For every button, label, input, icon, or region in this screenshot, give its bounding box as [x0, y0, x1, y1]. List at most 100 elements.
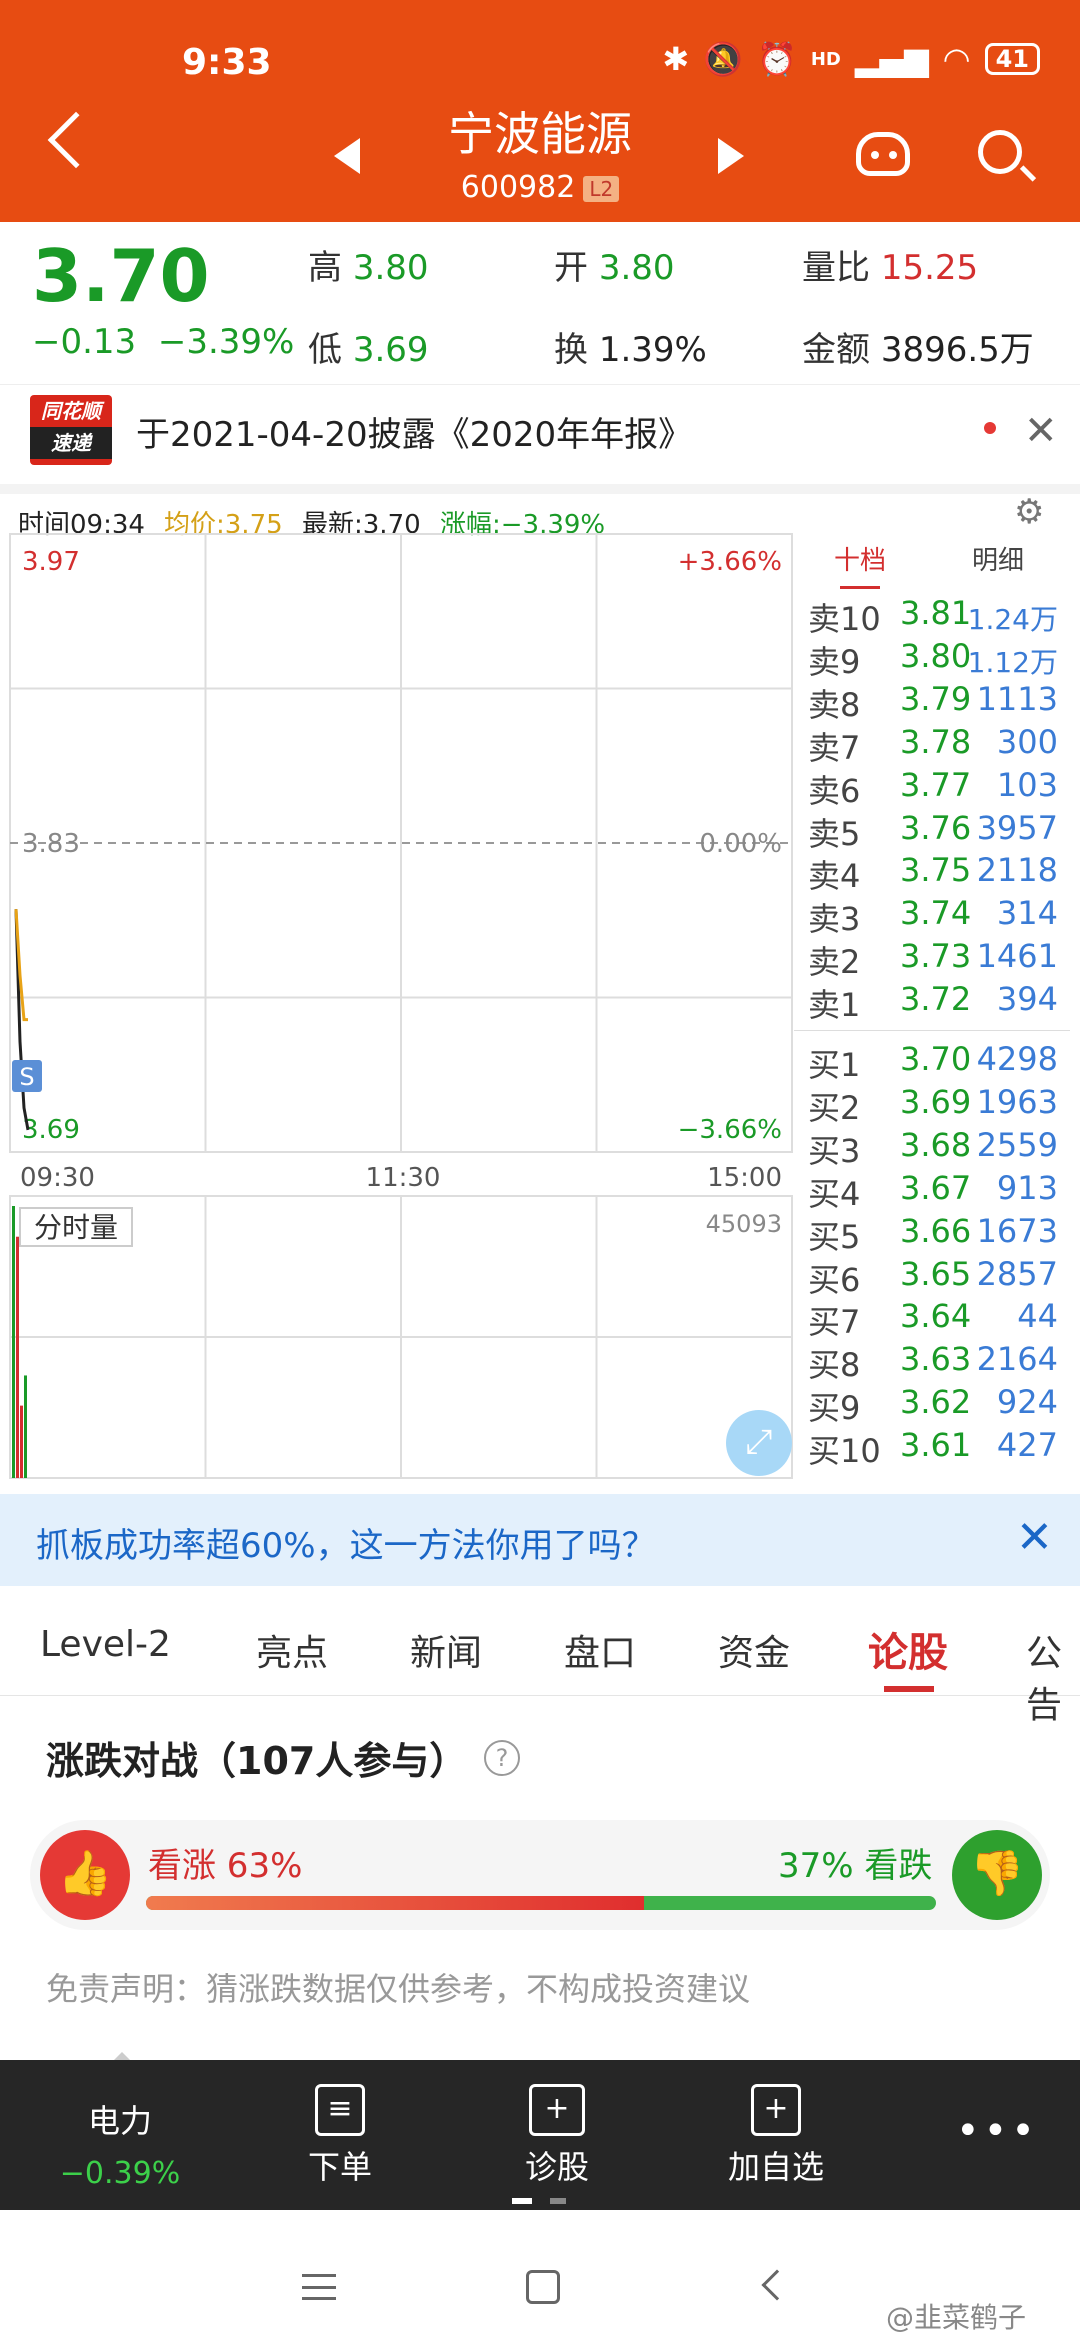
stock-code: 600982: [460, 170, 576, 205]
x-tick: 15:00: [707, 1163, 782, 1193]
volume-label: 分时量: [34, 1211, 118, 1244]
nav-back-icon[interactable]: [761, 2269, 793, 2301]
bid-volume: 2164: [976, 1340, 1058, 1379]
diagnose-button[interactable]: + 诊股: [487, 2060, 627, 2210]
bid-price: 3.66: [900, 1211, 972, 1250]
unread-dot: [984, 422, 996, 434]
info-tabs: Level-2 亮点 新闻 盘口 资金 论股 公告: [0, 1596, 1080, 1726]
order-book: 十档 明细 卖10 3.81 1.24万 卖9 3.80 1.12万 卖8 3.79 1113 卖…: [794, 532, 1070, 1482]
bid-row: 买1 3.70 4298: [808, 1040, 1058, 1084]
order-button[interactable]: ≡ 下单: [270, 2060, 410, 2210]
y-right-tick: −3.66%: [678, 1115, 782, 1145]
ask-label: 卖9: [808, 642, 861, 681]
chart-settings-gear-icon[interactable]: ⚙: [1014, 492, 1044, 532]
ask-price: 3.79: [900, 679, 972, 718]
bid-label: 买9: [808, 1389, 861, 1428]
sell-marker-label: S: [19, 1063, 34, 1091]
tab-ten-levels[interactable]: 十档: [834, 540, 886, 589]
bid-row: 买9 3.62 924: [808, 1383, 1058, 1427]
tab-handicap[interactable]: 盘口: [564, 1624, 636, 1676]
bid-label: 买5: [808, 1217, 861, 1256]
nav-home-icon[interactable]: [526, 2270, 560, 2304]
tab-news[interactable]: 新闻: [410, 1624, 482, 1676]
news-row[interactable]: 同花顺 速递 于2021-04-20披露《2020年年报》: [0, 384, 1080, 476]
tab-funds[interactable]: 资金: [718, 1624, 790, 1676]
bid-row: 买5 3.66 1673: [808, 1211, 1058, 1256]
amount-value: 3896.5万: [880, 330, 1034, 370]
bid-volume: 913: [996, 1168, 1058, 1207]
vol-ratio-value: 15.25: [880, 248, 979, 288]
news-close-icon[interactable]: ✕: [1024, 408, 1058, 454]
help-icon[interactable]: ?: [484, 1740, 520, 1776]
bid-volume: 1673: [976, 1211, 1058, 1250]
bearish-text: 37% 看跌: [778, 1846, 933, 1886]
active-tab-underline: [884, 1686, 934, 1692]
turnover-value: 1.39%: [598, 330, 707, 370]
level2-badge: L2: [583, 175, 620, 202]
ask-volume: 103: [996, 765, 1058, 804]
chart-info-bar: 时间09:34 均价:3.75 最新:3.70 涨幅:−3.39%: [0, 484, 1080, 540]
low-value: 3.69: [352, 330, 429, 370]
disclaimer-text: 免责声明：猜涨跌数据仅供参考，不构成投资建议: [46, 1970, 751, 2008]
ask-row: 卖5 3.76 3957: [808, 808, 1058, 853]
sector-pct: −0.39%: [59, 2156, 181, 2191]
bid-row: 买6 3.65 2857: [808, 1255, 1058, 1299]
banner-text[interactable]: 抓板成功率超60%，这一方法你用了吗？: [36, 1518, 656, 1567]
intraday-chart[interactable]: 3.97 3.83 3.69 +3.66% 0.00% −3.66% 09:30 11:30 1…: [0, 532, 794, 1482]
nav-menu-icon[interactable]: [302, 2274, 336, 2300]
bid-row: 买3 3.68 2559: [808, 1126, 1058, 1170]
tab-discussion[interactable]: 论股: [868, 1620, 948, 1678]
ask-row: 卖7 3.78 300: [808, 723, 1058, 767]
add-watchlist-button[interactable]: + 加自选: [706, 2060, 846, 2210]
tab-announcements[interactable]: 公告: [1026, 1624, 1080, 1728]
volume-bar: [12, 1206, 15, 1478]
tab-highlights[interactable]: 亮点: [256, 1624, 328, 1676]
news-text[interactable]: 于2021-04-20披露《2020年年报》: [136, 407, 692, 456]
thumbs-down-icon[interactable]: 👎: [952, 1830, 1042, 1920]
ask-row: 卖8 3.79 1113: [808, 679, 1058, 724]
logo-bottom: 速递: [30, 427, 112, 459]
ask-label: 卖1: [808, 986, 861, 1025]
bid-volume: 44: [1017, 1297, 1058, 1336]
more-dots-icon[interactable]: •••: [956, 2108, 1039, 2154]
expand-chart-icon[interactable]: ⤢: [726, 1410, 792, 1476]
bid-row: 买10 3.61 427: [808, 1426, 1058, 1470]
bid-label: 买8: [808, 1346, 861, 1385]
bid-label: 买7: [808, 1303, 861, 1342]
signal-hd-label: HD: [810, 48, 841, 70]
mute-bell-icon: 🔕: [703, 40, 743, 78]
ask-label: 卖3: [808, 900, 861, 939]
ask-price: 3.80: [900, 636, 972, 675]
current-price: 3.70: [32, 234, 210, 318]
tab-level2[interactable]: Level-2: [40, 1624, 171, 1665]
sector-button[interactable]: 电力 −0.39%: [50, 2060, 190, 2210]
vol-ratio-item: 量比 15.25: [802, 240, 978, 289]
chart-lines: S: [12, 909, 42, 1131]
robot-assistant-icon[interactable]: [856, 132, 910, 176]
bid-volume: 1963: [976, 1082, 1058, 1121]
page-indicator-active: [512, 2198, 532, 2204]
vote-ratio-bar: [146, 1896, 936, 1910]
quote-panel: 3.70 −0.13 −3.39% 高 3.80 低 3.69 开 3.80 换…: [0, 222, 1080, 382]
watch-label: 加自选: [727, 2148, 824, 2186]
wifi-icon: ◠: [942, 40, 971, 78]
order-book-divider: [794, 1030, 1070, 1031]
promo-banner[interactable]: 抓板成功率超60%，这一方法你用了吗？ ✕: [0, 1494, 1080, 1586]
ask-label: 卖2: [808, 943, 861, 982]
ask-label: 卖4: [808, 857, 861, 896]
volume-bar: [20, 1405, 23, 1478]
diagnose-label: 诊股: [524, 2148, 589, 2186]
volume-bar: [24, 1375, 27, 1478]
tab-details[interactable]: 明细: [972, 540, 1024, 577]
volume-bar: [16, 1236, 19, 1478]
ask-label: 卖10: [808, 600, 881, 638]
ask-price: 3.75: [900, 851, 972, 890]
next-stock-icon[interactable]: [718, 138, 744, 174]
ask-price: 3.77: [900, 765, 972, 804]
search-icon[interactable]: [978, 130, 1022, 174]
bullish-text: 看涨 63%: [148, 1846, 303, 1886]
banner-close-icon[interactable]: ✕: [1016, 1512, 1053, 1563]
ask-price: 3.76: [900, 808, 972, 847]
thumbs-up-icon[interactable]: 👍: [40, 1830, 130, 1920]
bid-volume: 924: [996, 1383, 1058, 1422]
